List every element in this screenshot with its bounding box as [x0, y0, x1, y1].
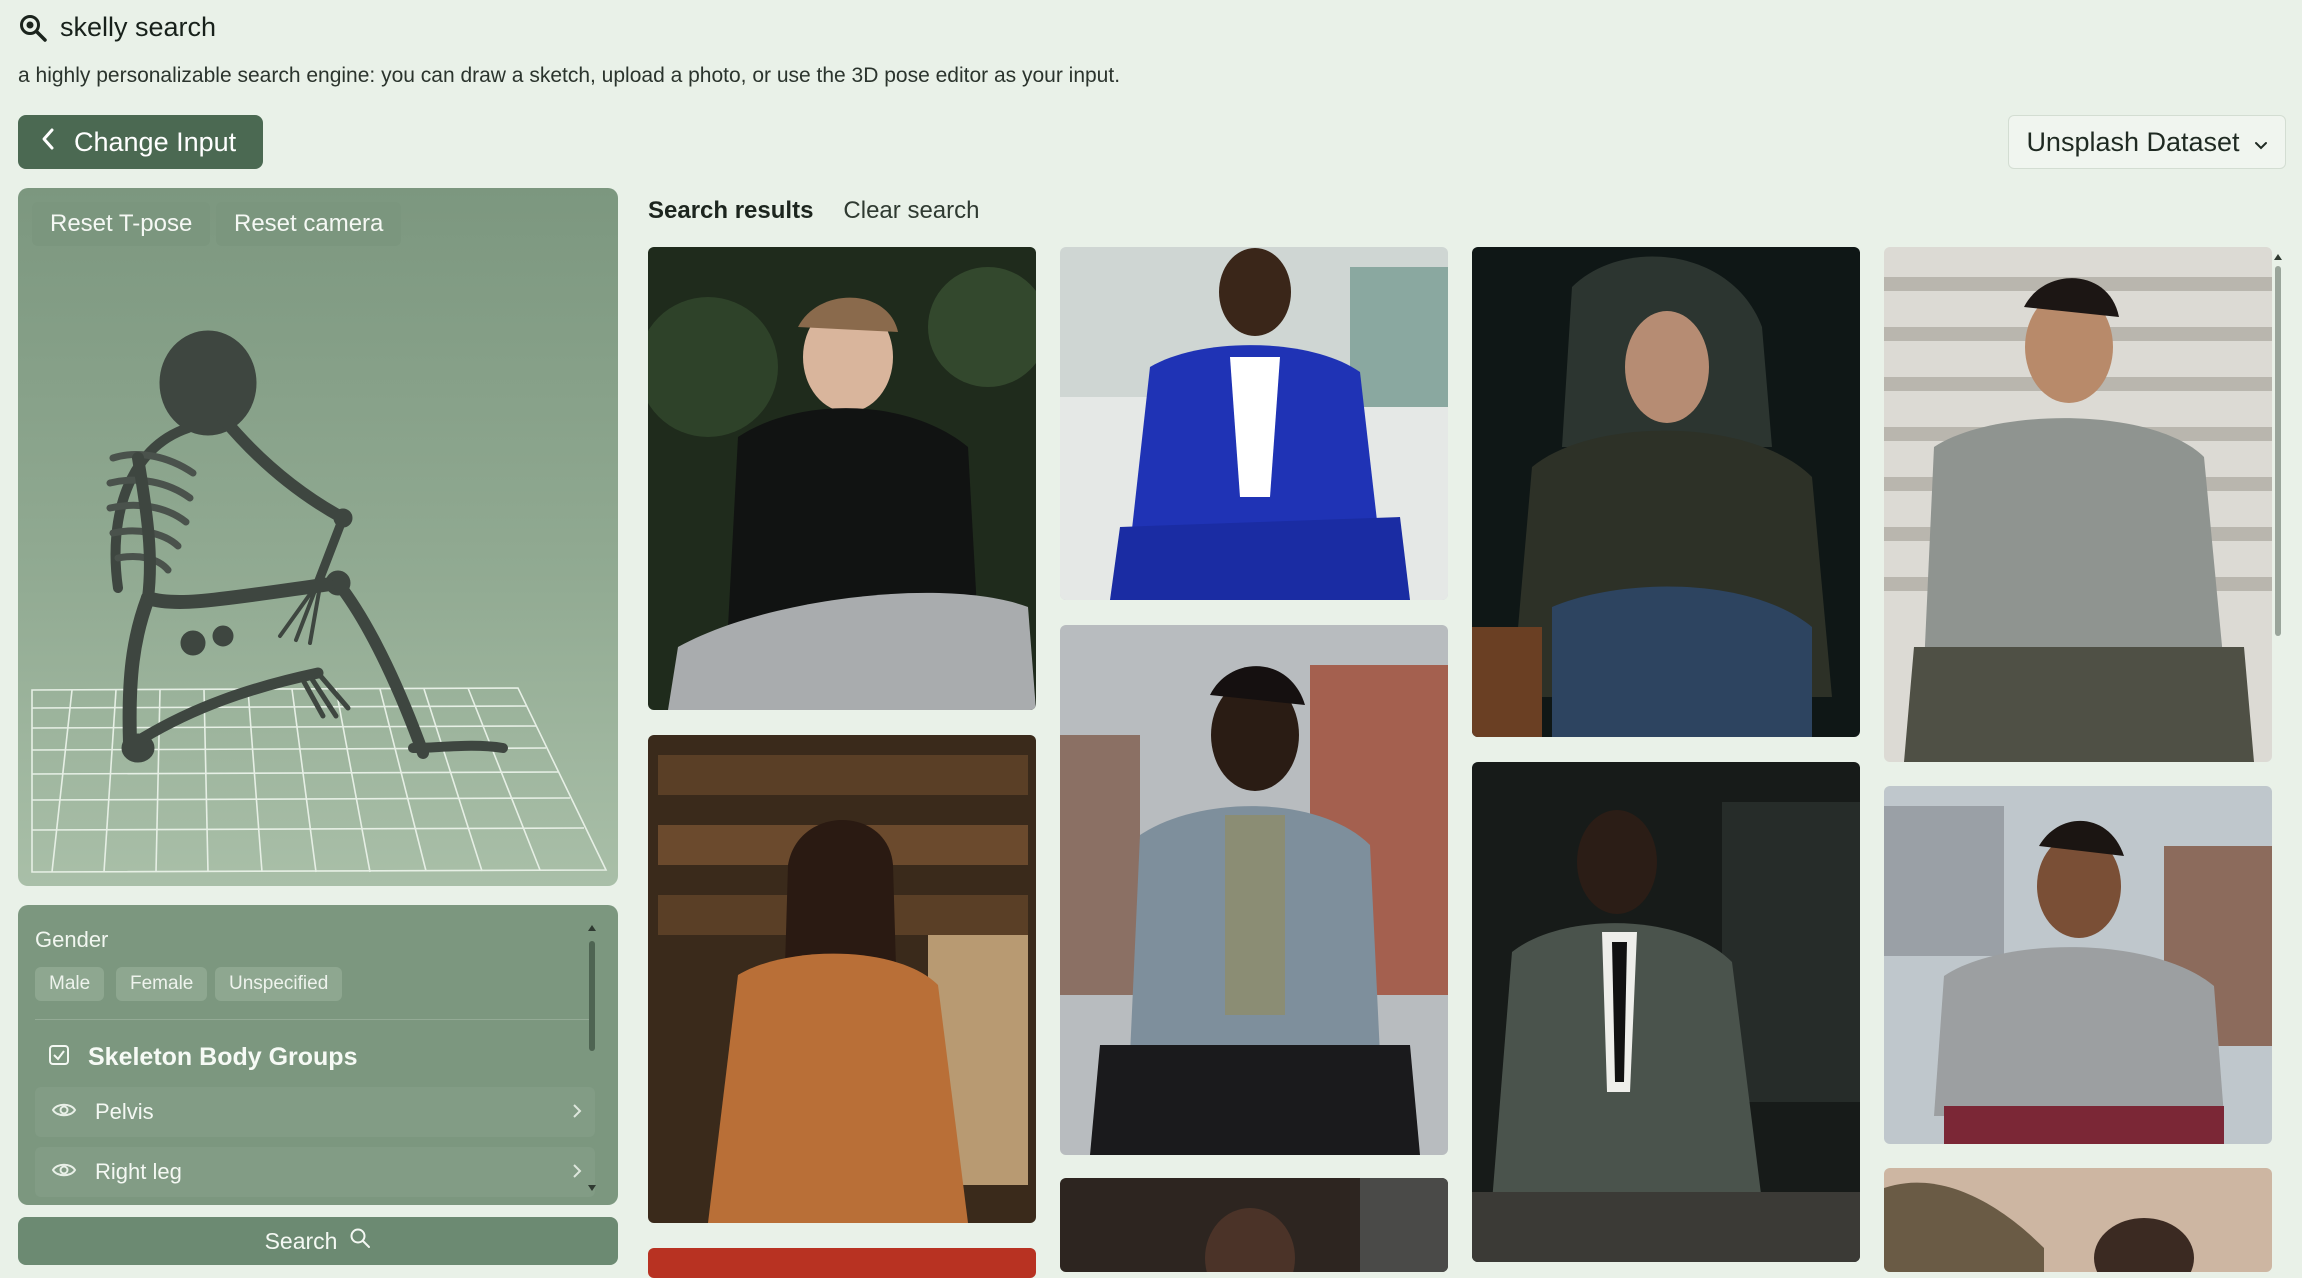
gender-chip-female[interactable]: Female [116, 967, 208, 1001]
result-image[interactable] [1884, 247, 2272, 762]
result-image[interactable] [1884, 786, 2272, 1144]
change-input-label: Change Input [74, 126, 237, 157]
chevron-down-icon [2254, 127, 2268, 158]
result-image[interactable] [648, 735, 1036, 1223]
search-button[interactable]: Search [18, 1217, 618, 1265]
result-image[interactable] [1060, 247, 1448, 600]
checkbox-checked-icon[interactable] [48, 1044, 70, 1071]
search-icon [349, 1227, 371, 1255]
search-magnifier-icon [18, 13, 48, 43]
skeleton-body-groups-title: Skeleton Body Groups [88, 1043, 358, 1071]
options-panel: Gender Male Female Unspecified Skeleton … [18, 905, 618, 1205]
group-item-right-leg[interactable]: Right leg [35, 1147, 595, 1197]
result-image[interactable] [1884, 1168, 2272, 1272]
skeleton-body-groups-header[interactable]: Skeleton Body Groups [48, 1043, 357, 1072]
clear-search-button[interactable]: Clear search [843, 197, 979, 225]
tab-search-results[interactable]: Search results [648, 197, 813, 225]
skeleton-3d-view[interactable] [18, 188, 618, 886]
search-button-label: Search [264, 1227, 338, 1254]
change-input-button[interactable]: Change Input [18, 115, 263, 169]
group-item-pelvis[interactable]: Pelvis [35, 1087, 595, 1137]
result-image[interactable] [1060, 1178, 1448, 1272]
result-image[interactable] [1060, 625, 1448, 1155]
pose-editor-canvas[interactable]: Reset T-pose Reset camera [18, 188, 618, 886]
chevron-right-icon [571, 1101, 583, 1126]
reset-tpose-button[interactable]: Reset T-pose [32, 202, 211, 246]
result-image[interactable] [648, 1248, 1036, 1278]
group-item-label: Pelvis [95, 1099, 154, 1124]
eye-icon[interactable] [51, 1101, 77, 1124]
floor-grid [31, 687, 608, 873]
group-item-label: Right leg [95, 1159, 182, 1184]
dataset-select-label: Unsplash Dataset [2026, 126, 2240, 157]
gender-chip-unspecified[interactable]: Unspecified [215, 967, 343, 1001]
results-scrollbar[interactable] [2272, 252, 2284, 1262]
results-tabs: Search results Clear search [648, 197, 979, 225]
result-image[interactable] [1472, 762, 1860, 1262]
eye-icon[interactable] [51, 1161, 77, 1184]
skeleton-figure[interactable] [106, 330, 508, 763]
chevron-left-icon [40, 127, 56, 158]
app-description: a highly personalizable search engine: y… [18, 64, 1121, 87]
app-header: skelly search [18, 12, 216, 43]
gender-label: Gender [35, 927, 109, 952]
chevron-right-icon [571, 1161, 583, 1186]
app-title: skelly search [60, 12, 217, 42]
gender-chip-male[interactable]: Male [35, 967, 105, 1001]
options-scrollbar[interactable] [586, 923, 598, 1193]
divider [35, 1019, 595, 1020]
dataset-select[interactable]: Unsplash Dataset [2008, 115, 2286, 169]
reset-camera-button[interactable]: Reset camera [216, 202, 402, 246]
result-image[interactable] [1472, 247, 1860, 737]
result-image[interactable] [648, 247, 1036, 710]
